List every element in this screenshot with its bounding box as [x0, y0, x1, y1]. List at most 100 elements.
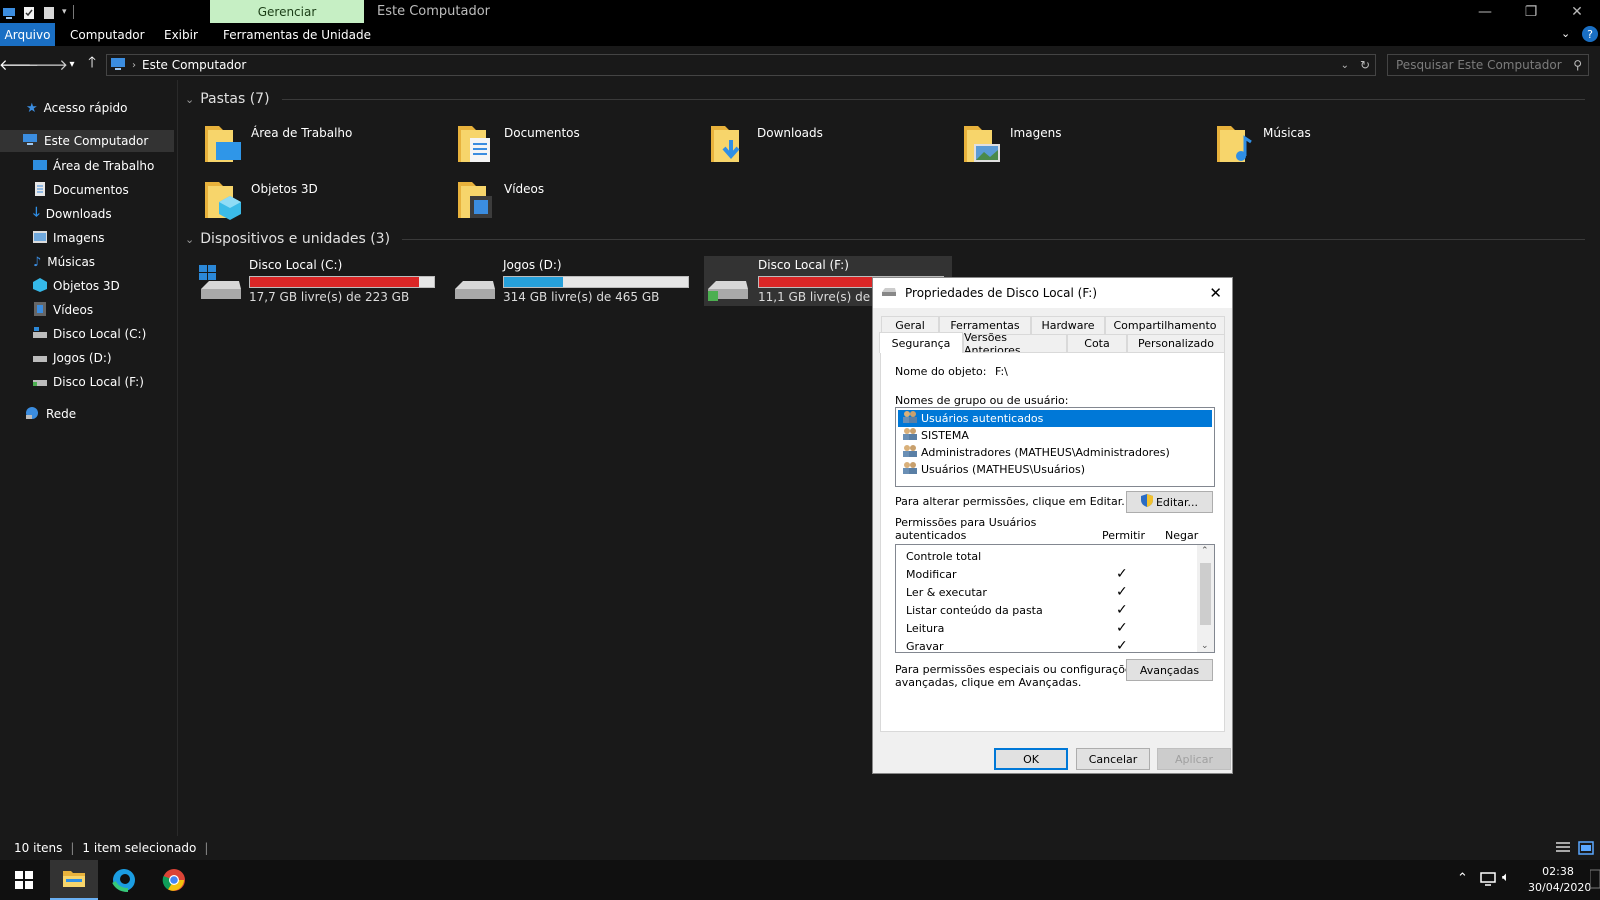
- sidebar-item-area-de-trabalho[interactable]: Área de Trabalho: [33, 155, 154, 177]
- groups-label: Nomes de grupo ou de usuário:: [895, 394, 1069, 407]
- section-divider: [281, 98, 1585, 100]
- groups-listbox[interactable]: Usuários autenticados SISTEMA Administra…: [895, 407, 1215, 487]
- notifications-icon[interactable]: [1589, 868, 1600, 894]
- recent-locations-icon[interactable]: ▾: [62, 54, 82, 74]
- permissions-scrollbar[interactable]: ⌃ ⌄: [1197, 545, 1214, 652]
- refresh-icon[interactable]: ↻: [1360, 58, 1370, 72]
- chevron-down-icon[interactable]: ⌄: [185, 93, 194, 106]
- tab-ferramentas-de-unidade[interactable]: Ferramentas de Unidade: [215, 23, 379, 46]
- sidebar-item-jogos-d[interactable]: Jogos (D:): [33, 347, 112, 369]
- folder-downloads[interactable]: Downloads: [709, 122, 949, 172]
- network-status-icon[interactable]: [1479, 871, 1497, 891]
- folder-area-de-trabalho[interactable]: Área de Trabalho: [203, 122, 443, 172]
- permissions-list[interactable]: Controle total Modificar ✓ Ler & executar…: [895, 544, 1215, 653]
- tab-computador[interactable]: Computador: [62, 23, 153, 46]
- sidebar-item-imagens[interactable]: Imagens: [33, 227, 104, 249]
- show-hidden-icons-icon[interactable]: ⌃: [1457, 871, 1468, 886]
- sidebar-item-label: Jogos (D:): [53, 351, 112, 365]
- computer-icon[interactable]: [2, 5, 16, 19]
- tab-exibir[interactable]: Exibir: [156, 23, 206, 46]
- edge-taskbar-button[interactable]: [100, 860, 148, 900]
- folder-musicas[interactable]: Músicas: [1215, 122, 1455, 172]
- up-arrow-icon[interactable]: 🡑: [82, 53, 102, 74]
- advanced-button[interactable]: Avançadas: [1126, 659, 1213, 681]
- group-item[interactable]: SISTEMA: [898, 427, 1212, 444]
- devices-section-header[interactable]: ⌄ Dispositivos e unidades (3): [185, 231, 1585, 247]
- sidebar-item-musicas[interactable]: ♪ Músicas: [33, 251, 95, 273]
- dialog-close-button[interactable]: ✕: [1209, 284, 1222, 302]
- address-dropdown-icon[interactable]: ⌄: [1341, 60, 1349, 71]
- star-icon: ★: [26, 100, 38, 116]
- drive-usage-fill: [504, 277, 563, 287]
- sidebar-item-downloads[interactable]: 🡓 Downloads: [33, 203, 112, 225]
- large-icons-view-icon[interactable]: [1578, 841, 1594, 858]
- customize-toolbar-icon[interactable]: ▾: [62, 7, 67, 17]
- folder-documentos[interactable]: Documentos: [456, 122, 696, 172]
- back-arrow-icon[interactable]: 🡐: [0, 54, 39, 74]
- details-view-icon[interactable]: [1555, 841, 1571, 858]
- sidebar-divider: [177, 80, 178, 836]
- folder-imagens[interactable]: Imagens: [962, 122, 1202, 172]
- edit-button[interactable]: Editar...: [1126, 491, 1213, 513]
- properties-dialog: Propriedades de Disco Local (F:) ✕ Geral…: [872, 277, 1233, 774]
- breadcrumb-separator-icon[interactable]: ›: [132, 60, 136, 71]
- expand-ribbon-icon[interactable]: ⌄: [1561, 27, 1570, 40]
- tab-versoes-anteriores[interactable]: Versões Anteriores: [963, 331, 1067, 357]
- allow-check: ✓: [1116, 584, 1128, 600]
- drive-c[interactable]: Disco Local (C:) 17,7 GB livre(s) de 223…: [199, 257, 449, 307]
- start-button[interactable]: [0, 860, 48, 900]
- group-item[interactable]: Usuários (MATHEUS\Usuários): [898, 461, 1212, 478]
- ok-button[interactable]: OK: [994, 748, 1068, 770]
- title-bar: ▾ Gerenciar Este Computador — ❐ ✕: [0, 0, 1600, 23]
- folder-label: Área de Trabalho: [251, 126, 353, 140]
- apply-button[interactable]: Aplicar: [1157, 748, 1231, 770]
- chrome-taskbar-button[interactable]: [150, 860, 198, 900]
- sidebar-item-este-computador[interactable]: Este Computador: [0, 130, 174, 152]
- group-item[interactable]: Administradores (MATHEUS\Administradores…: [898, 444, 1212, 461]
- folders-section-header[interactable]: ⌄ Pastas (7): [185, 91, 1585, 107]
- edit-button-label: Editar...: [1155, 495, 1199, 509]
- tab-cota[interactable]: Cota: [1067, 334, 1127, 352]
- cancel-button[interactable]: Cancelar: [1076, 748, 1150, 770]
- tab-personalizado[interactable]: Personalizado: [1127, 334, 1225, 352]
- scroll-up-icon[interactable]: ⌃: [1201, 546, 1209, 556]
- tab-arquivo[interactable]: Arquivo: [0, 23, 55, 46]
- search-icon[interactable]: ⚲: [1573, 58, 1582, 72]
- group-item[interactable]: Usuários autenticados: [898, 410, 1212, 427]
- clock[interactable]: 02:38 30/04/2020: [1528, 864, 1591, 896]
- minimize-button[interactable]: —: [1462, 0, 1508, 23]
- close-window-button[interactable]: ✕: [1554, 0, 1600, 23]
- new-folder-icon[interactable]: [42, 5, 56, 19]
- folder-objetos-3d[interactable]: Objetos 3D: [203, 178, 443, 228]
- breadcrumb[interactable]: Este Computador: [142, 58, 246, 72]
- tab-compartilhamento[interactable]: Compartilhamento: [1105, 316, 1225, 334]
- help-icon[interactable]: ?: [1582, 26, 1598, 42]
- sidebar-item-disco-local-f[interactable]: Disco Local (F:): [33, 371, 144, 393]
- forward-arrow-icon[interactable]: 🡒: [28, 54, 68, 74]
- sidebar-item-label: Área de Trabalho: [53, 159, 155, 173]
- sidebar-item-objetos-3d[interactable]: Objetos 3D: [33, 275, 120, 297]
- volume-icon[interactable]: 🔈︎: [1502, 870, 1510, 885]
- advanced-hint-cont: avançadas, clique em Avançadas.: [895, 676, 1082, 689]
- restore-button[interactable]: ❐: [1508, 0, 1554, 23]
- sidebar-item-rede[interactable]: Rede: [24, 403, 76, 425]
- scrollbar-thumb[interactable]: [1200, 563, 1211, 625]
- search-input[interactable]: Pesquisar Este Computador ⚲: [1387, 54, 1589, 76]
- sidebar-item-disco-local-c[interactable]: Disco Local (C:): [33, 323, 146, 345]
- file-explorer-taskbar-button[interactable]: [50, 860, 98, 900]
- chevron-down-icon[interactable]: ⌄: [185, 233, 194, 246]
- folder-videos[interactable]: Vídeos: [456, 178, 696, 228]
- permission-row: Controle total: [906, 547, 1206, 565]
- allow-column-header: Permitir: [1102, 529, 1146, 542]
- scroll-down-icon[interactable]: ⌄: [1201, 641, 1209, 651]
- tab-gerenciar[interactable]: Gerenciar: [210, 0, 364, 23]
- permission-row: Modificar ✓: [906, 565, 1206, 583]
- sidebar-item-acesso-rapido[interactable]: ★ Acesso rápido: [26, 97, 176, 119]
- address-bar[interactable]: › Este Computador ⌄ ↻: [106, 54, 1376, 76]
- tab-seguranca[interactable]: Segurança: [879, 332, 963, 353]
- properties-icon[interactable]: [22, 5, 36, 19]
- sidebar-item-videos[interactable]: Vídeos: [33, 299, 93, 321]
- drive-d[interactable]: Jogos (D:) 314 GB livre(s) de 465 GB: [453, 257, 703, 307]
- sidebar-item-documentos[interactable]: Documentos: [33, 179, 129, 201]
- status-bar: 10 itens | 1 item selecionado |: [0, 836, 1600, 860]
